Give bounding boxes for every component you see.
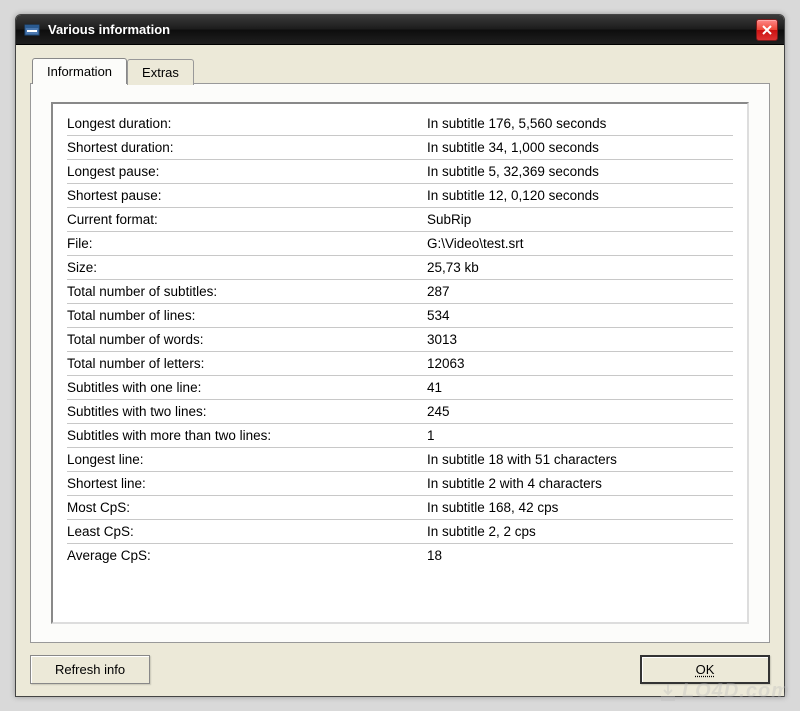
info-value: In subtitle 168, 42 cps — [427, 500, 733, 515]
info-label: Size: — [67, 260, 427, 275]
tab-extras[interactable]: Extras — [127, 59, 194, 85]
dialog-window: Various information Information Extras L… — [15, 14, 785, 697]
info-value: In subtitle 18 with 51 characters — [427, 452, 733, 467]
info-label: Least CpS: — [67, 524, 427, 539]
info-value: 41 — [427, 380, 733, 395]
info-value: In subtitle 2 with 4 characters — [427, 476, 733, 491]
info-row: Subtitles with more than two lines:1 — [67, 424, 733, 448]
info-label: Longest pause: — [67, 164, 427, 179]
info-label: Average CpS: — [67, 548, 427, 563]
info-label: Total number of letters: — [67, 356, 427, 371]
client-area: Information Extras Longest duration:In s… — [16, 45, 784, 696]
info-value: 3013 — [427, 332, 733, 347]
info-row: Longest line:In subtitle 18 with 51 char… — [67, 448, 733, 472]
info-label: Most CpS: — [67, 500, 427, 515]
info-row: Total number of words:3013 — [67, 328, 733, 352]
info-row: Least CpS:In subtitle 2, 2 cps — [67, 520, 733, 544]
info-row: Total number of letters:12063 — [67, 352, 733, 376]
info-value: 245 — [427, 404, 733, 419]
info-row: Shortest duration:In subtitle 34, 1,000 … — [67, 136, 733, 160]
info-row: Shortest pause:In subtitle 12, 0,120 sec… — [67, 184, 733, 208]
info-label: Shortest pause: — [67, 188, 427, 203]
info-label: Shortest line: — [67, 476, 427, 491]
info-value: SubRip — [427, 212, 733, 227]
info-value: 287 — [427, 284, 733, 299]
info-label: Longest duration: — [67, 116, 427, 131]
tab-page-information: Longest duration:In subtitle 176, 5,560 … — [30, 83, 770, 643]
info-label: Shortest duration: — [67, 140, 427, 155]
info-label: Subtitles with two lines: — [67, 404, 427, 419]
info-panel: Longest duration:In subtitle 176, 5,560 … — [51, 102, 749, 624]
ok-button[interactable]: OK — [640, 655, 770, 684]
info-value: In subtitle 34, 1,000 seconds — [427, 140, 733, 155]
info-value: 25,73 kb — [427, 260, 733, 275]
tab-strip: Information Extras — [32, 58, 770, 84]
info-label: File: — [67, 236, 427, 251]
close-icon — [762, 25, 772, 35]
info-label: Subtitles with more than two lines: — [67, 428, 427, 443]
info-row: Most CpS:In subtitle 168, 42 cps — [67, 496, 733, 520]
tab-information[interactable]: Information — [32, 58, 127, 84]
info-value: 18 — [427, 548, 733, 563]
info-label: Total number of subtitles: — [67, 284, 427, 299]
info-row: File:G:\Video\test.srt — [67, 232, 733, 256]
info-row: Subtitles with one line:41 — [67, 376, 733, 400]
close-button[interactable] — [756, 19, 778, 41]
info-row: Total number of subtitles:287 — [67, 280, 733, 304]
info-label: Total number of words: — [67, 332, 427, 347]
info-label: Total number of lines: — [67, 308, 427, 323]
info-value: In subtitle 5, 32,369 seconds — [427, 164, 733, 179]
info-value: 12063 — [427, 356, 733, 371]
button-row: Refresh info OK — [30, 655, 770, 684]
info-value: In subtitle 176, 5,560 seconds — [427, 116, 733, 131]
refresh-info-button[interactable]: Refresh info — [30, 655, 150, 684]
info-row: Shortest line:In subtitle 2 with 4 chara… — [67, 472, 733, 496]
info-row: Average CpS:18 — [67, 544, 733, 567]
info-value: G:\Video\test.srt — [427, 236, 733, 251]
info-row: Subtitles with two lines:245 — [67, 400, 733, 424]
info-label: Current format: — [67, 212, 427, 227]
info-value: 1 — [427, 428, 733, 443]
info-row: Longest pause:In subtitle 5, 32,369 seco… — [67, 160, 733, 184]
info-value: In subtitle 2, 2 cps — [427, 524, 733, 539]
info-label: Longest line: — [67, 452, 427, 467]
info-value: In subtitle 12, 0,120 seconds — [427, 188, 733, 203]
titlebar: Various information — [16, 15, 784, 45]
info-row: Size:25,73 kb — [67, 256, 733, 280]
info-value: 534 — [427, 308, 733, 323]
info-label: Subtitles with one line: — [67, 380, 427, 395]
info-row: Current format:SubRip — [67, 208, 733, 232]
info-row: Longest duration:In subtitle 176, 5,560 … — [67, 112, 733, 136]
window-title: Various information — [48, 22, 756, 37]
info-row: Total number of lines:534 — [67, 304, 733, 328]
app-icon — [24, 22, 40, 38]
